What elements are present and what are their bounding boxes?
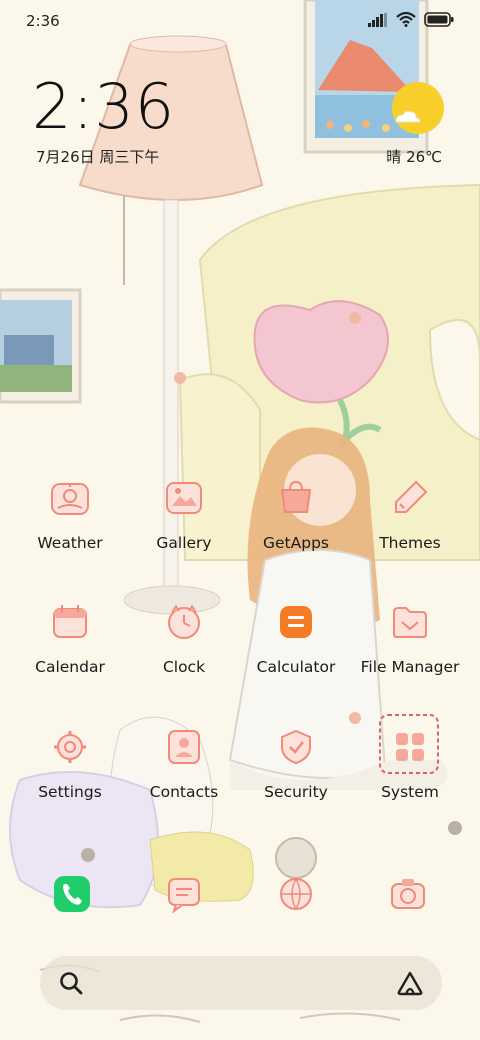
app-label: Calendar — [35, 658, 105, 676]
app-label: Weather — [37, 534, 103, 552]
assistant-icon[interactable] — [396, 970, 424, 996]
weather-widget-text[interactable]: 晴 26℃ — [386, 146, 442, 167]
app-contacts[interactable]: Contacts — [124, 727, 244, 837]
app-label: Settings — [38, 783, 102, 801]
app-label: System — [381, 783, 439, 801]
browser-icon[interactable] — [276, 874, 316, 914]
app-label: GetApps — [263, 534, 329, 552]
calendar-icon — [53, 605, 87, 638]
contacts-icon — [168, 730, 200, 764]
system-folder-icon — [396, 733, 424, 761]
app-label: Clock — [162, 658, 206, 676]
file-manager-icon — [393, 607, 427, 638]
clock-icon — [168, 604, 200, 639]
app-label: Themes — [379, 534, 441, 552]
getapps-icon — [280, 480, 312, 513]
themes-icon — [395, 480, 428, 513]
app-system-folder[interactable]: System — [350, 727, 470, 837]
status-bar: 2:36 — [0, 0, 480, 42]
app-gallery[interactable]: Gallery — [124, 478, 244, 588]
settings-icon — [54, 731, 86, 763]
gallery-icon — [166, 482, 202, 514]
app-file-manager[interactable]: File Manager — [350, 602, 470, 712]
app-calculator[interactable]: Calculator — [236, 602, 356, 712]
sun-cloud-icon[interactable] — [390, 82, 444, 136]
app-label: File Manager — [360, 658, 460, 676]
clock-widget-time[interactable]: 2:36 — [32, 70, 175, 143]
messages-icon[interactable] — [164, 874, 204, 914]
app-themes[interactable]: Themes — [350, 478, 470, 588]
clock-widget-date[interactable]: 7月26日 周三下午 — [36, 146, 159, 167]
app-settings[interactable]: Settings — [10, 727, 130, 837]
app-label: Security — [264, 783, 328, 801]
search-icon[interactable] — [58, 970, 84, 996]
camera-icon[interactable] — [388, 874, 428, 914]
app-security[interactable]: Security — [236, 727, 356, 837]
app-getapps[interactable]: GetApps — [236, 478, 356, 588]
app-calendar[interactable]: Calendar — [10, 602, 130, 712]
search-bar[interactable] — [40, 956, 442, 1010]
app-clock[interactable]: Clock — [124, 602, 244, 712]
status-icons — [368, 12, 454, 27]
security-icon — [281, 729, 311, 765]
app-label: Contacts — [149, 783, 219, 801]
app-weather[interactable]: Weather — [10, 478, 130, 588]
signal-icon — [368, 12, 387, 27]
battery-icon — [424, 12, 454, 27]
weather-icon — [51, 483, 89, 515]
calculator-icon — [280, 606, 312, 638]
app-label: Calculator — [256, 658, 336, 676]
status-time: 2:36 — [26, 12, 60, 30]
wifi-icon — [396, 12, 416, 27]
phone-icon[interactable] — [52, 874, 92, 914]
app-label: Gallery — [156, 534, 212, 552]
